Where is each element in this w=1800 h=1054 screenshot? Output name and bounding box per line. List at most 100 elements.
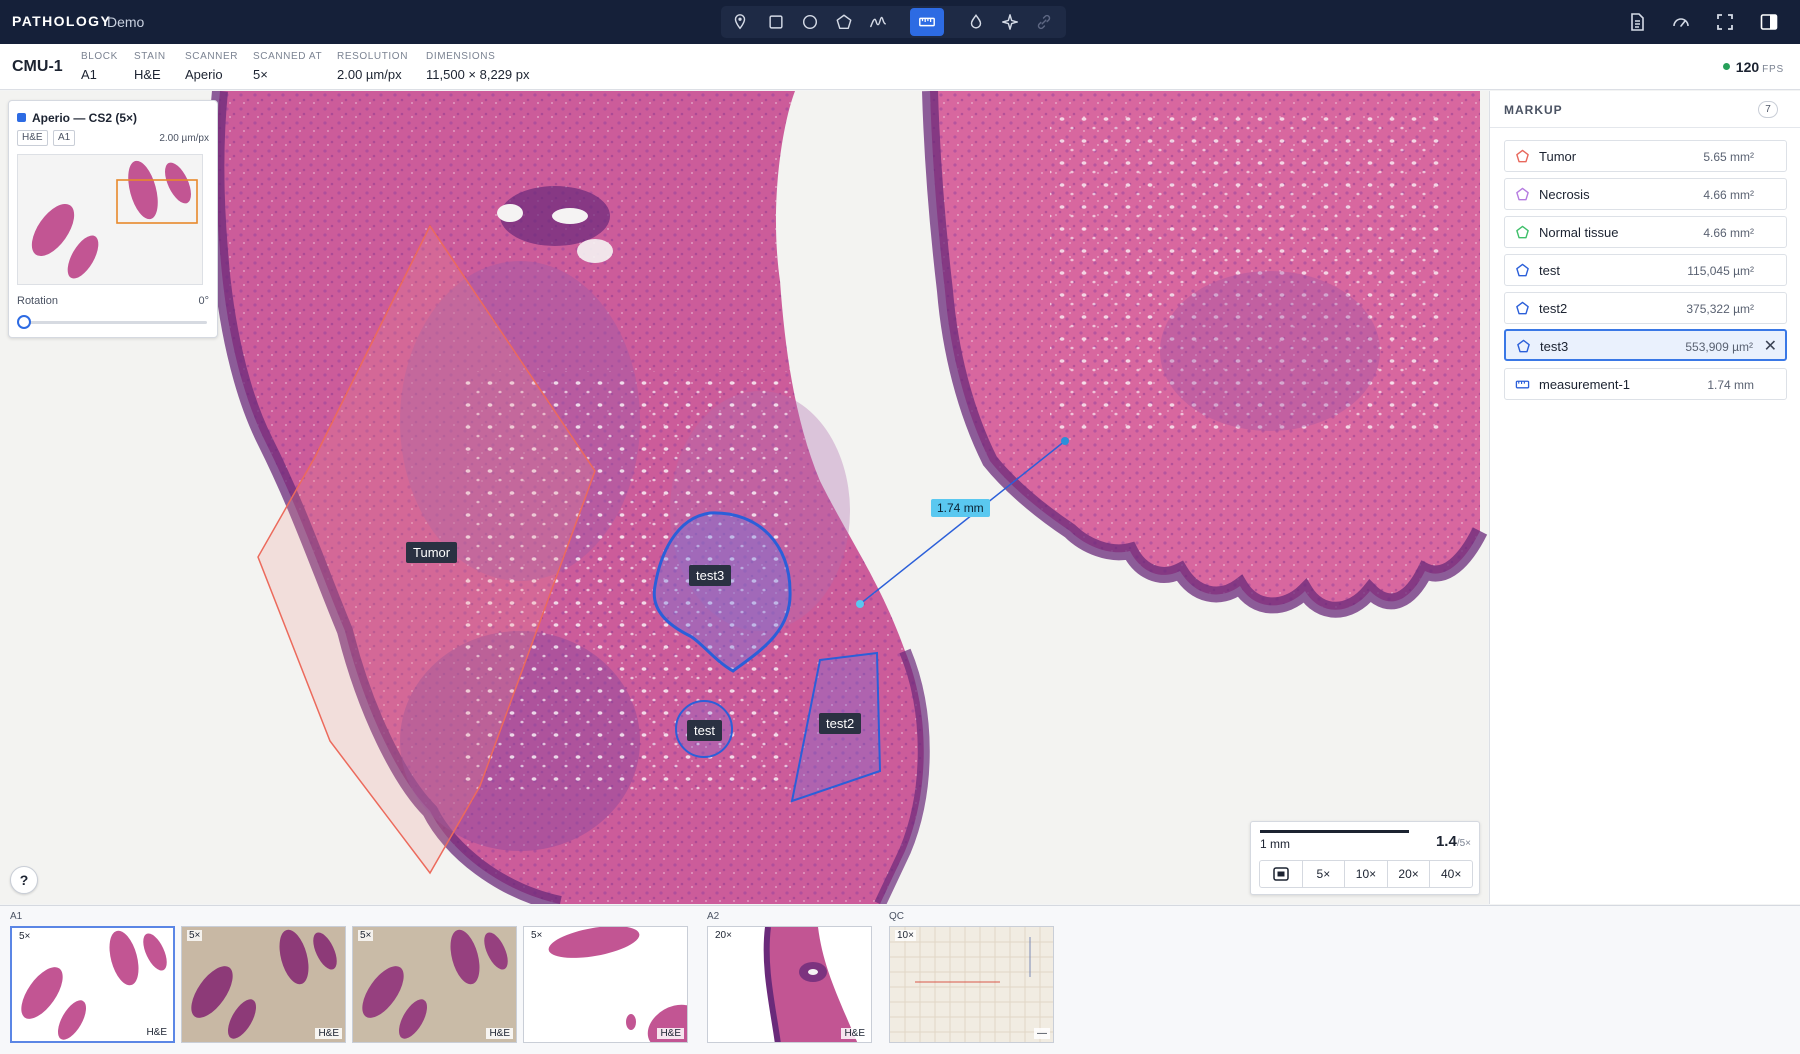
- gauge-icon: [1673, 18, 1689, 27]
- markup-item-necrosis[interactable]: Necrosis 4.66 mm²: [1504, 178, 1787, 210]
- annotation-toolbar: [721, 6, 1066, 38]
- fullscreen-icon: [1717, 14, 1733, 30]
- thumbnail-image: [548, 927, 687, 1042]
- measurement-endpoint[interactable]: [856, 600, 864, 608]
- markup-item-area: 4.66 mm²: [1703, 188, 1754, 202]
- pentagon-icon: [1516, 149, 1529, 163]
- circle-tool[interactable]: [793, 8, 827, 36]
- markup-item-name: Tumor: [1539, 149, 1577, 164]
- polygon-tool[interactable]: [827, 8, 861, 36]
- ruler-tool[interactable]: [910, 8, 944, 36]
- fit-screen-icon: [1273, 867, 1289, 881]
- zoom-40x-button[interactable]: 40×: [1429, 861, 1472, 887]
- thumbnail-section: [450, 929, 480, 985]
- rotation-label: Rotation: [17, 295, 58, 307]
- markup-item-test2[interactable]: test2 375,322 µm²: [1504, 292, 1787, 324]
- tumor-label: Tumor: [406, 542, 458, 563]
- markup-item-test3[interactable]: test3 553,909 µm² ✕: [1504, 329, 1787, 361]
- meta-stain: STAIN H&E: [134, 51, 166, 82]
- thumbnail-section: [191, 966, 233, 1018]
- sidebar-toggle-icon: [1760, 14, 1778, 30]
- markup-item-tumor[interactable]: Tumor 5.65 mm²: [1504, 140, 1787, 172]
- thumbnail-image: [191, 929, 337, 1039]
- dermis-region: [1160, 271, 1380, 431]
- thumbnail-section: [58, 1000, 86, 1040]
- ruler-icon: [1515, 380, 1530, 389]
- meta-value: Aperio: [185, 67, 223, 82]
- slide-filmstrip: A1 A2 QC 5× H&E 5× H&E 5× H&E 5× H&E 20×…: [0, 905, 1800, 1054]
- overview-resolution: 2.00 µm/px: [159, 133, 209, 144]
- thumbnail-zoom: 5×: [17, 931, 33, 942]
- thumbnail-zoom: 5×: [529, 930, 545, 941]
- ruler-icon: [919, 17, 935, 27]
- measurement-line[interactable]: [859, 440, 1066, 605]
- measurement-endpoint[interactable]: [1061, 437, 1069, 445]
- thumbnail-stain: H&E: [657, 1028, 684, 1039]
- slide-id: CMU-1: [12, 58, 63, 75]
- rotation-slider-track[interactable]: [21, 321, 207, 324]
- pin-icon: [734, 14, 746, 30]
- thumbnail-section: [484, 932, 508, 970]
- fullscreen-button[interactable]: [1710, 8, 1740, 36]
- block-chip: A1: [53, 130, 76, 146]
- slide-thumbnail[interactable]: 5× H&E: [523, 926, 688, 1043]
- thumbnail-section: [548, 927, 640, 958]
- thumbnail-stain: H&E: [486, 1028, 513, 1039]
- markup-item-normal-tissue[interactable]: Normal tissue 4.66 mm²: [1504, 216, 1787, 248]
- meta-dimensions: DIMENSIONS 11,500 × 8,229 px: [426, 51, 530, 82]
- zoom-5x-button[interactable]: 5×: [1301, 861, 1345, 887]
- pentagon-icon: [1516, 263, 1529, 277]
- slide-thumbnail[interactable]: 5× H&E: [352, 926, 517, 1043]
- thumbnail-stain: —: [1034, 1028, 1050, 1039]
- minimap-section: [165, 162, 191, 204]
- markup-item-name: Necrosis: [1539, 187, 1590, 202]
- thumbnail-section: [21, 967, 63, 1019]
- droplet-icon: [970, 14, 982, 29]
- markup-item-name: test2: [1539, 301, 1568, 316]
- tissue-image: [208, 91, 1488, 904]
- zoom-current: 1.4: [1435, 833, 1457, 850]
- zoom-suffix: /5×: [1456, 838, 1471, 849]
- close-icon[interactable]: ✕: [1764, 336, 1777, 356]
- minimap-section: [67, 235, 99, 279]
- slide-thumbnail[interactable]: 20× H&E: [707, 926, 872, 1043]
- slide-thumbnail[interactable]: 5× H&E: [10, 926, 175, 1043]
- brand-mode: Demo: [107, 14, 145, 30]
- scale-bar: [1260, 830, 1409, 833]
- meta-scanner: SCANNER Aperio: [185, 51, 238, 82]
- thumbnail-zoom: 20×: [713, 930, 734, 941]
- slide-thumbnail[interactable]: 10× —: [889, 926, 1054, 1043]
- test2-label: test2: [819, 713, 862, 734]
- overview-title: Aperio — CS2 (5×): [17, 111, 137, 125]
- test-label: test: [687, 720, 722, 741]
- thumbnail-section: [279, 929, 309, 985]
- markup-item-test[interactable]: test 115,045 µm²: [1504, 254, 1787, 286]
- slide-viewport[interactable]: Tumor test3 test test2 1.74 mm: [0, 91, 1488, 904]
- overview-minimap[interactable]: [17, 154, 203, 285]
- thumbnail-zoom: 10×: [895, 930, 916, 941]
- thumbnail-zoom: 5×: [358, 930, 374, 941]
- slide-thumbnail[interactable]: 5× H&E: [181, 926, 346, 1043]
- markup-item-area: 375,322 µm²: [1686, 302, 1754, 316]
- freehand-icon: [870, 16, 886, 28]
- markup-item-measurement-1[interactable]: measurement-1 1.74 mm: [1504, 368, 1787, 400]
- thumbnail-image: [362, 929, 508, 1039]
- sidebar-toggle-button[interactable]: [1754, 8, 1784, 36]
- stain-tool[interactable]: [959, 8, 993, 36]
- fit-to-screen-button[interactable]: [1260, 861, 1302, 887]
- freehand-tool[interactable]: [861, 8, 895, 36]
- link-tool[interactable]: [1027, 8, 1061, 36]
- zoom-20x-button[interactable]: 20×: [1386, 861, 1430, 887]
- zoom-10x-button[interactable]: 10×: [1344, 861, 1387, 887]
- rotation-slider-knob[interactable]: [17, 315, 31, 329]
- help-button[interactable]: ?: [10, 866, 38, 894]
- scale-bar-label: 1 mm: [1260, 837, 1290, 851]
- report-button[interactable]: [1622, 8, 1652, 36]
- meta-block: BLOCK A1: [81, 51, 118, 82]
- markup-title: MARKUP: [1504, 103, 1563, 117]
- pin-tool[interactable]: [723, 8, 757, 36]
- rectangle-tool[interactable]: [759, 8, 793, 36]
- ai-tool[interactable]: [993, 8, 1027, 36]
- performance-button[interactable]: [1666, 8, 1696, 36]
- overview-panel: Aperio — CS2 (5×) H&E A1 2.00 µm/px Rota…: [8, 100, 218, 338]
